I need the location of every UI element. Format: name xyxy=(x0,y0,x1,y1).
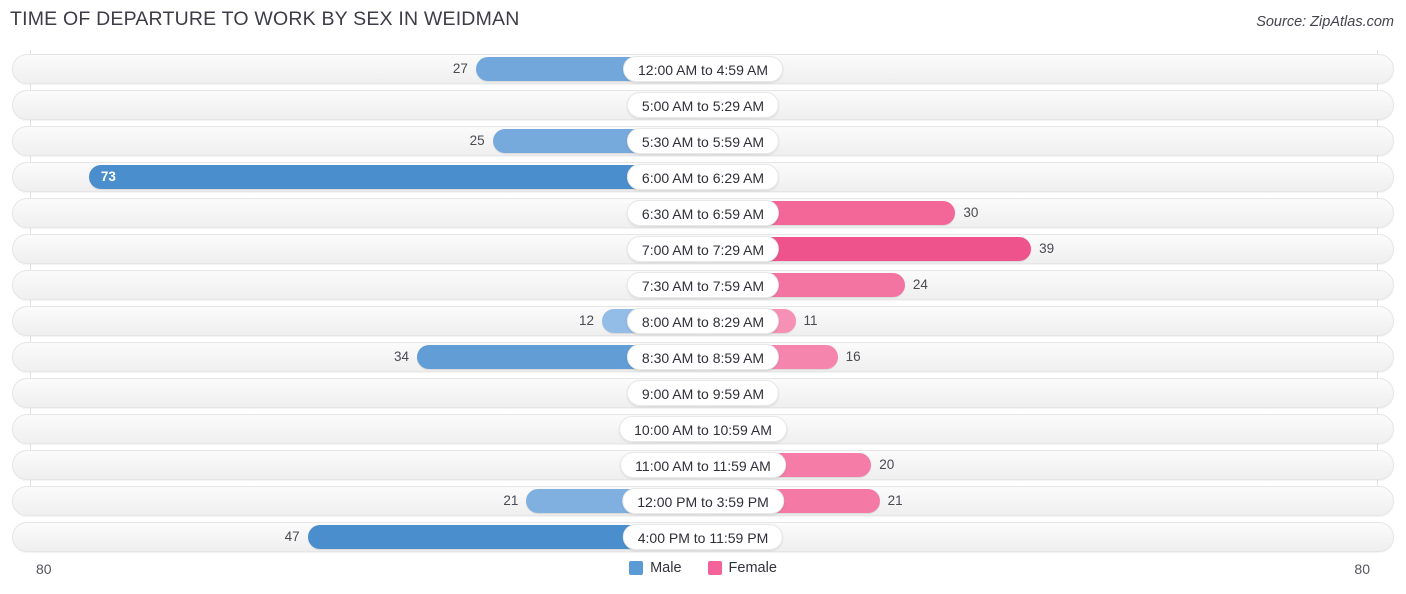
female-value-label: 39 xyxy=(1039,241,1055,256)
category-label: 9:00 AM to 9:59 AM xyxy=(626,380,780,406)
table-row: 27012:00 AM to 4:59 AM xyxy=(12,54,1394,84)
diverging-bar-chart: 27012:00 AM to 4:59 AM 005:00 AM to 5:29 … xyxy=(0,50,1406,555)
male-value-label: 73 xyxy=(100,169,116,184)
male-value-label: 12 xyxy=(579,313,595,328)
category-label: 5:30 AM to 5:59 AM xyxy=(626,128,780,154)
female-value-label: 30 xyxy=(963,205,979,220)
category-label: 7:30 AM to 7:59 AM xyxy=(626,272,780,298)
table-row: 34 16 8:30 AM to 8:59 AM xyxy=(12,342,1394,372)
male-value-label: 34 xyxy=(393,349,409,364)
category-label: 5:00 AM to 5:29 AM xyxy=(626,92,780,118)
legend-label: Female xyxy=(728,560,777,576)
female-value-label: 16 xyxy=(845,349,861,364)
table-row: 0247:30 AM to 7:59 AM xyxy=(12,270,1394,300)
female-value-label: 20 xyxy=(879,457,895,472)
page-title: TIME OF DEPARTURE TO WORK BY SEX IN WEID… xyxy=(10,8,520,30)
category-label: 6:00 AM to 6:29 AM xyxy=(626,164,780,190)
table-row: 0010:00 AM to 10:59 AM xyxy=(12,414,1394,444)
table-row: 2505:30 AM to 5:59 AM xyxy=(12,126,1394,156)
table-row: 019:00 AM to 9:59 AM xyxy=(12,378,1394,408)
category-label: 10:00 AM to 10:59 AM xyxy=(619,416,787,442)
category-label: 11:00 AM to 11:59 AM xyxy=(620,452,786,478)
table-row: 0397:00 AM to 7:29 AM xyxy=(12,234,1394,264)
category-label: 8:30 AM to 8:59 AM xyxy=(626,344,780,370)
category-label: 12:00 PM to 3:59 PM xyxy=(622,488,784,514)
table-row: 6306:30 AM to 6:59 AM xyxy=(12,198,1394,228)
source-attribution: Source: ZipAtlas.com xyxy=(1256,14,1394,30)
male-value-label: 21 xyxy=(503,493,519,508)
table-row: 12 11 8:00 AM to 8:29 AM xyxy=(12,306,1394,336)
male-value-label: 47 xyxy=(284,529,300,544)
table-row: 7376:00 AM to 6:29 AM xyxy=(12,162,1394,192)
legend-item-female[interactable]: Female xyxy=(707,560,777,576)
male-value-label: 25 xyxy=(469,133,485,148)
female-value-label: 11 xyxy=(803,313,818,328)
table-row: 005:00 AM to 5:29 AM xyxy=(12,90,1394,120)
female-value-label: 24 xyxy=(912,277,928,292)
chart-legend: Male Female xyxy=(0,560,1406,576)
table-row: 4704:00 PM to 11:59 PM xyxy=(12,522,1394,552)
legend-label: Male xyxy=(650,560,682,576)
legend-swatch-icon xyxy=(629,561,644,575)
category-label: 4:00 PM to 11:59 PM xyxy=(622,524,784,550)
chart-footer: 80 80 Male Female xyxy=(0,555,1406,594)
category-label: 8:00 AM to 8:29 AM xyxy=(626,308,780,334)
legend-swatch-icon xyxy=(707,561,722,575)
category-label: 7:00 AM to 7:29 AM xyxy=(626,236,780,262)
male-value-label: 27 xyxy=(452,61,468,76)
chart-header: TIME OF DEPARTURE TO WORK BY SEX IN WEID… xyxy=(0,0,1406,46)
legend-item-male[interactable]: Male xyxy=(629,560,682,576)
category-label: 6:30 AM to 6:59 AM xyxy=(626,200,780,226)
category-label: 12:00 AM to 4:59 AM xyxy=(623,56,783,82)
male-bar[interactable] xyxy=(88,165,703,189)
table-row: 82011:00 AM to 11:59 AM xyxy=(12,450,1394,480)
female-value-label: 21 xyxy=(887,493,903,508)
table-row: 21 21 12:00 PM to 3:59 PM xyxy=(12,486,1394,516)
